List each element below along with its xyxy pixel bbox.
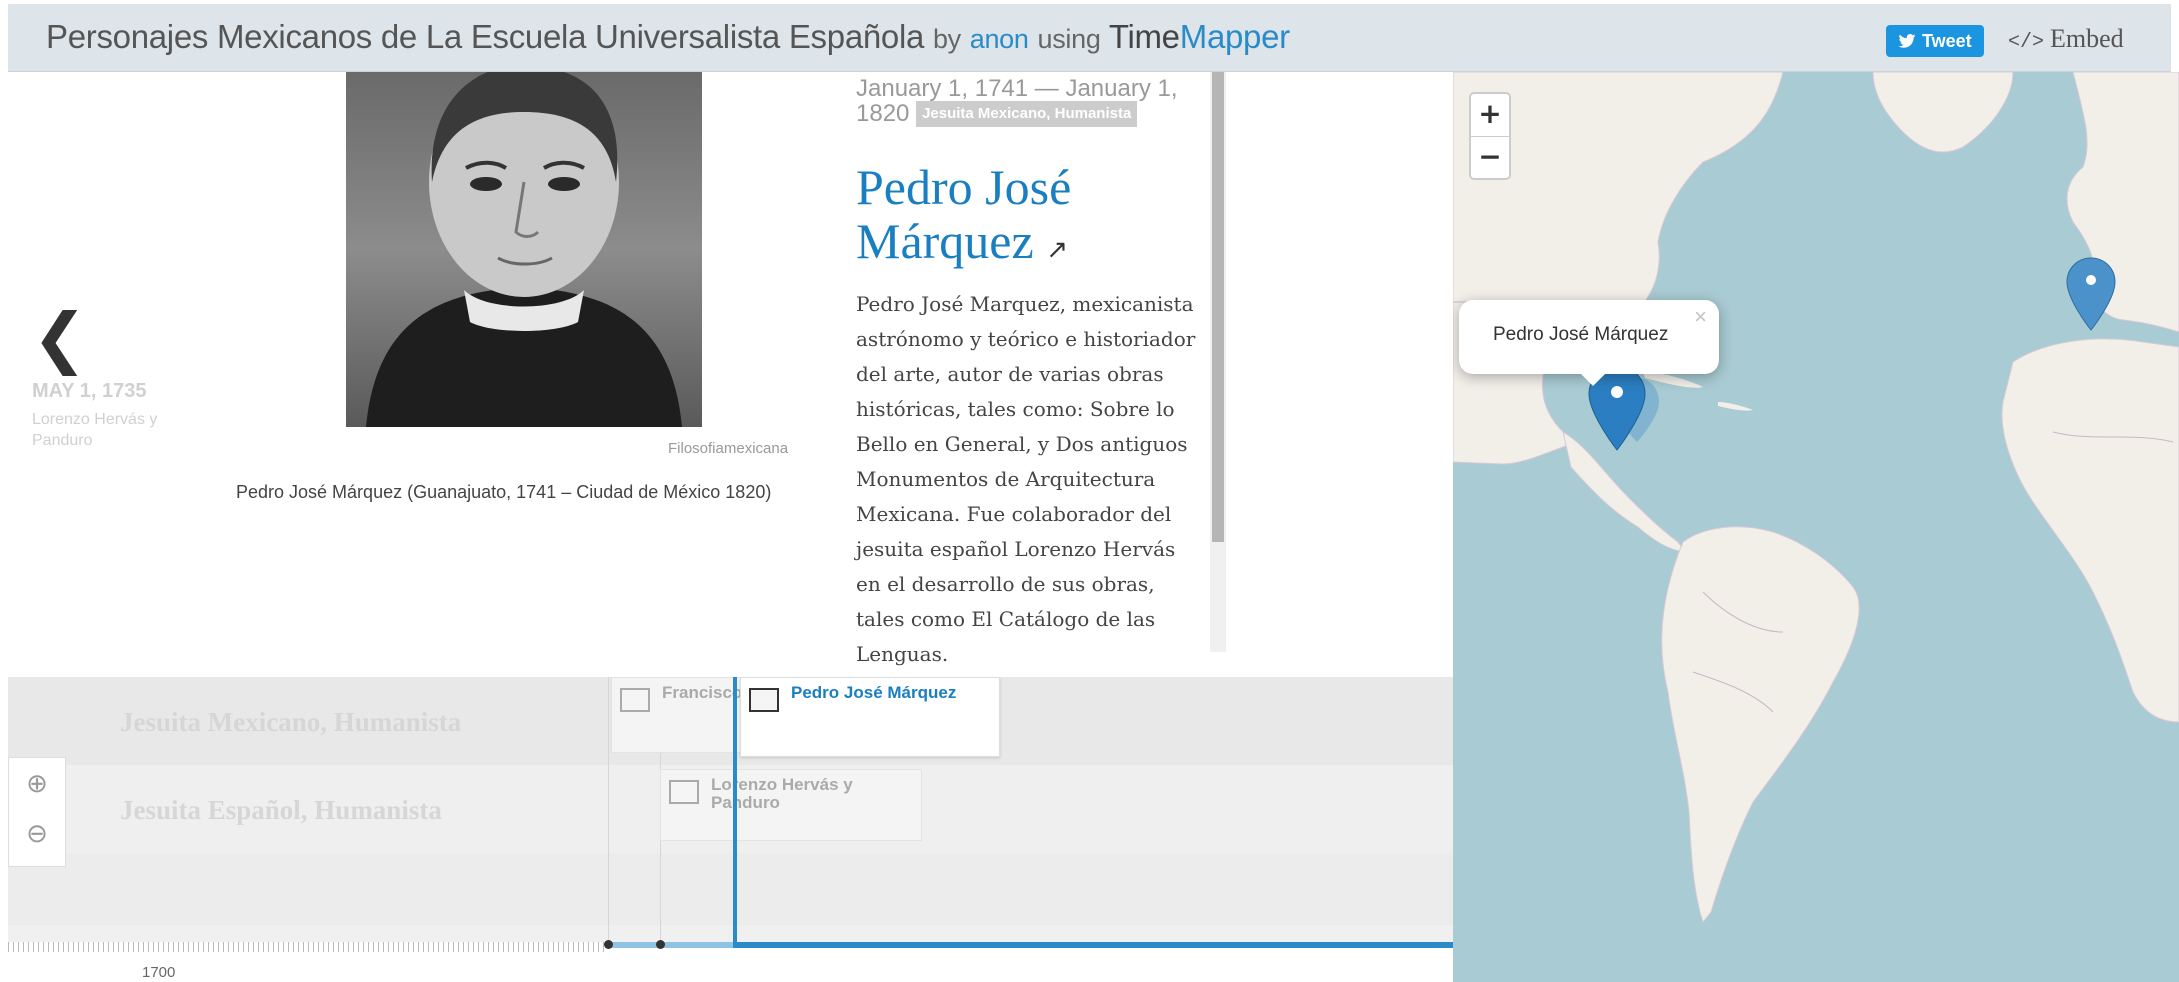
zoom-in-icon[interactable]: ⊕ xyxy=(9,758,65,808)
image-caption: Pedro José Márquez (Guanajuato, 1741 – C… xyxy=(236,482,772,502)
image-thumb-icon xyxy=(749,688,779,712)
embed-label: Embed xyxy=(2050,24,2124,53)
timeline-marker-active[interactable]: Pedro José Márquez xyxy=(740,677,1000,757)
timeline-group-row xyxy=(8,853,1453,925)
timeline-dot xyxy=(604,940,613,949)
map-popup: Pedro José Márquez × xyxy=(1459,300,1719,386)
by-label: by xyxy=(932,24,961,54)
image-credit: Filosofiamexicana xyxy=(668,440,789,457)
marker-label[interactable]: Pedro José Márquez xyxy=(791,684,991,702)
headline-text[interactable]: Pedro José Márquez xyxy=(856,159,1071,269)
external-link-icon[interactable]: ↗ xyxy=(1046,235,1068,264)
map-zoom-out-button[interactable]: − xyxy=(1471,137,1509,179)
twitter-bird-icon xyxy=(1898,34,1916,48)
timeline-era-bar xyxy=(608,942,733,948)
app-name-part2[interactable]: Mapper xyxy=(1180,18,1290,55)
timeline-era-bar-active xyxy=(733,942,1453,948)
previous-slide-date[interactable]: MAY 1, 1735 xyxy=(32,380,182,403)
popup-tip xyxy=(1579,372,1607,386)
text-scrollbar[interactable] xyxy=(1210,72,1226,652)
map-tiles[interactable] xyxy=(1453,72,2179,982)
timeline-panel: Jesuita Mexicano, Humanista Jesuita Espa… xyxy=(8,677,1453,982)
tweet-button[interactable]: Tweet xyxy=(1886,25,1984,57)
popup-title: Pedro José Márquez xyxy=(1493,324,1669,345)
app-name-part1[interactable]: Time xyxy=(1109,18,1180,55)
timemap-title: Personajes Mexicanos de La Escuela Unive… xyxy=(46,18,925,55)
map-zoom-control: + − xyxy=(1469,92,1511,180)
timeline-group-label: Jesuita Mexicano, Humanista xyxy=(120,707,462,737)
image-thumb-icon xyxy=(620,688,650,712)
marker-label[interactable]: Lorenzo Hervás y Panduro xyxy=(711,776,911,812)
tweet-label: Tweet xyxy=(1922,31,1972,51)
author-link[interactable]: anon xyxy=(970,24,1029,54)
using-label: using xyxy=(1037,24,1101,54)
timeline-marker[interactable]: Lorenzo Hervás y Panduro xyxy=(660,769,922,841)
timeline-axis-label: 1700 xyxy=(142,964,176,981)
portrait-image xyxy=(346,72,702,427)
timeline-ticks xyxy=(8,942,608,952)
slide-body-text: Pedro José Marquez, mexicanista astrónom… xyxy=(856,292,1196,666)
zoom-out-icon[interactable]: ⊖ xyxy=(9,808,65,858)
top-bar: Personajes Mexicanos de La Escuela Unive… xyxy=(8,4,2171,72)
map-zoom-in-button[interactable]: + xyxy=(1471,94,1509,137)
timeline-guide-line xyxy=(608,677,609,942)
embed-button[interactable]: </> Embed xyxy=(2008,24,2124,54)
close-icon[interactable]: × xyxy=(1694,304,1707,330)
timeline-dot xyxy=(656,940,665,949)
image-thumb-icon xyxy=(669,780,699,804)
slide-headline[interactable]: Pedro José Márquez ↗ xyxy=(856,160,1186,277)
timeline-axis[interactable]: 1700 xyxy=(8,940,1453,982)
timeline-current-line xyxy=(733,677,737,945)
chevron-left-icon[interactable]: ❮ xyxy=(32,305,182,371)
scrollbar-thumb[interactable] xyxy=(1212,72,1224,542)
timeline-marker[interactable]: Francisco Clavijero xyxy=(611,677,819,753)
timeline-group-label: Jesuita Español, Humanista xyxy=(120,795,442,825)
previous-slide-nav[interactable]: ❮ MAY 1, 1735 Lorenzo Hervás y Panduro xyxy=(32,305,182,451)
slide-text-column: January 1, 1741 — January 1, 1820 Jesuit… xyxy=(856,72,1216,667)
timeline-zoom-control[interactable]: ⊕ ⊖ xyxy=(8,757,66,867)
group-tag: Jesuita Mexicano, Humanista xyxy=(916,101,1138,127)
slide-panel: ❮ MAY 1, 1735 Lorenzo Hervás y Panduro F… xyxy=(8,72,1453,677)
slide-dates: January 1, 1741 — January 1, 1820 Jesuit… xyxy=(856,77,1206,127)
code-icon: </> xyxy=(2008,31,2045,54)
page-title: Personajes Mexicanos de La Escuela Unive… xyxy=(46,18,1290,56)
map-panel[interactable]: + − Pedro José Márquez × xyxy=(1453,72,2179,982)
portrait-illustration xyxy=(346,72,702,427)
previous-slide-name[interactable]: Lorenzo Hervás y Panduro xyxy=(32,409,182,451)
